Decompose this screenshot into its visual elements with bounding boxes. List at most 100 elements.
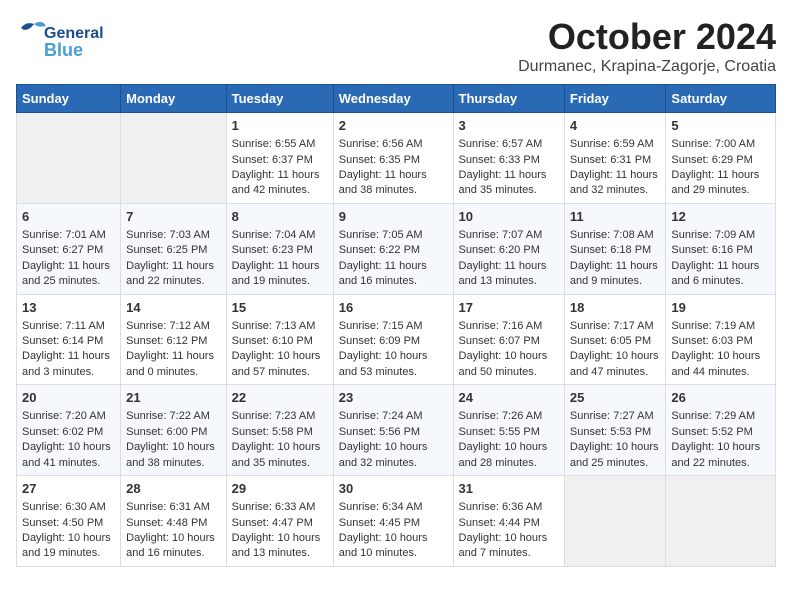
day-cell: 3Sunrise: 6:57 AMSunset: 6:33 PMDaylight… — [453, 113, 564, 204]
day-cell: 4Sunrise: 6:59 AMSunset: 6:31 PMDaylight… — [564, 113, 666, 204]
day-number: 11 — [570, 208, 661, 226]
sunset-label: Sunset: 6:22 PM — [339, 244, 420, 256]
sunset-label: Sunset: 6:14 PM — [22, 335, 103, 347]
sunrise-label: Sunrise: 7:01 AM — [22, 229, 106, 241]
sunrise-label: Sunrise: 7:08 AM — [570, 229, 654, 241]
day-cell: 26Sunrise: 7:29 AMSunset: 5:52 PMDayligh… — [666, 385, 776, 476]
sunset-label: Sunset: 6:33 PM — [459, 154, 540, 166]
day-number: 14 — [126, 299, 220, 317]
week-row-2: 6Sunrise: 7:01 AMSunset: 6:27 PMDaylight… — [17, 203, 776, 294]
sunset-label: Sunset: 4:48 PM — [126, 517, 207, 529]
sunset-label: Sunset: 4:47 PM — [232, 517, 313, 529]
day-number: 28 — [126, 480, 220, 498]
sunrise-label: Sunrise: 7:00 AM — [671, 138, 755, 150]
sunset-label: Sunset: 6:05 PM — [570, 335, 651, 347]
daylight-label: Daylight: 10 hours and 53 minutes. — [339, 350, 428, 377]
day-number: 13 — [22, 299, 115, 317]
month-title: October 2024 — [518, 16, 776, 58]
sunrise-label: Sunrise: 6:30 AM — [22, 501, 106, 513]
day-cell: 17Sunrise: 7:16 AMSunset: 6:07 PMDayligh… — [453, 294, 564, 385]
sunset-label: Sunset: 6:09 PM — [339, 335, 420, 347]
sunrise-label: Sunrise: 7:20 AM — [22, 410, 106, 422]
week-row-5: 27Sunrise: 6:30 AMSunset: 4:50 PMDayligh… — [17, 476, 776, 567]
sunset-label: Sunset: 6:02 PM — [22, 426, 103, 438]
day-number: 18 — [570, 299, 661, 317]
day-cell: 6Sunrise: 7:01 AMSunset: 6:27 PMDaylight… — [17, 203, 121, 294]
day-cell: 19Sunrise: 7:19 AMSunset: 6:03 PMDayligh… — [666, 294, 776, 385]
sunrise-label: Sunrise: 6:34 AM — [339, 501, 423, 513]
sunset-label: Sunset: 5:56 PM — [339, 426, 420, 438]
calendar-table: SundayMondayTuesdayWednesdayThursdayFrid… — [16, 84, 776, 567]
daylight-label: Daylight: 10 hours and 25 minutes. — [570, 441, 659, 468]
sunset-label: Sunset: 6:07 PM — [459, 335, 540, 347]
daylight-label: Daylight: 10 hours and 41 minutes. — [22, 441, 111, 468]
sunrise-label: Sunrise: 7:22 AM — [126, 410, 210, 422]
sunrise-label: Sunrise: 6:55 AM — [232, 138, 316, 150]
sunrise-label: Sunrise: 6:33 AM — [232, 501, 316, 513]
daylight-label: Daylight: 11 hours and 3 minutes. — [22, 350, 110, 377]
header-thursday: Thursday — [453, 85, 564, 113]
sunrise-label: Sunrise: 7:09 AM — [671, 229, 755, 241]
header-monday: Monday — [121, 85, 226, 113]
page-header: General Blue October 2024 Durmanec, Krap… — [16, 16, 776, 76]
sunrise-label: Sunrise: 6:31 AM — [126, 501, 210, 513]
daylight-label: Daylight: 10 hours and 7 minutes. — [459, 532, 548, 559]
day-cell: 12Sunrise: 7:09 AMSunset: 6:16 PMDayligh… — [666, 203, 776, 294]
title-block: October 2024 Durmanec, Krapina-Zagorje, … — [518, 16, 776, 76]
sunrise-label: Sunrise: 6:56 AM — [339, 138, 423, 150]
day-cell: 27Sunrise: 6:30 AMSunset: 4:50 PMDayligh… — [17, 476, 121, 567]
day-number: 22 — [232, 389, 328, 407]
day-cell: 29Sunrise: 6:33 AMSunset: 4:47 PMDayligh… — [226, 476, 333, 567]
day-cell: 20Sunrise: 7:20 AMSunset: 6:02 PMDayligh… — [17, 385, 121, 476]
day-number: 16 — [339, 299, 448, 317]
daylight-label: Daylight: 10 hours and 50 minutes. — [459, 350, 548, 377]
header-tuesday: Tuesday — [226, 85, 333, 113]
day-number: 5 — [671, 117, 770, 135]
sunset-label: Sunset: 6:23 PM — [232, 244, 313, 256]
week-row-1: 1Sunrise: 6:55 AMSunset: 6:37 PMDaylight… — [17, 113, 776, 204]
day-number: 17 — [459, 299, 559, 317]
sunset-label: Sunset: 6:20 PM — [459, 244, 540, 256]
day-number: 26 — [671, 389, 770, 407]
sunrise-label: Sunrise: 6:36 AM — [459, 501, 543, 513]
daylight-label: Daylight: 10 hours and 32 minutes. — [339, 441, 428, 468]
day-cell: 18Sunrise: 7:17 AMSunset: 6:05 PMDayligh… — [564, 294, 666, 385]
day-cell: 31Sunrise: 6:36 AMSunset: 4:44 PMDayligh… — [453, 476, 564, 567]
daylight-label: Daylight: 11 hours and 35 minutes. — [459, 169, 547, 196]
day-cell: 10Sunrise: 7:07 AMSunset: 6:20 PMDayligh… — [453, 203, 564, 294]
daylight-label: Daylight: 10 hours and 13 minutes. — [232, 532, 321, 559]
day-number: 25 — [570, 389, 661, 407]
day-cell: 16Sunrise: 7:15 AMSunset: 6:09 PMDayligh… — [333, 294, 453, 385]
sunrise-label: Sunrise: 7:17 AM — [570, 320, 654, 332]
week-row-3: 13Sunrise: 7:11 AMSunset: 6:14 PMDayligh… — [17, 294, 776, 385]
svg-text:Blue: Blue — [44, 40, 83, 60]
sunset-label: Sunset: 6:35 PM — [339, 154, 420, 166]
day-cell: 9Sunrise: 7:05 AMSunset: 6:22 PMDaylight… — [333, 203, 453, 294]
day-number: 9 — [339, 208, 448, 226]
daylight-label: Daylight: 11 hours and 42 minutes. — [232, 169, 320, 196]
sunset-label: Sunset: 6:27 PM — [22, 244, 103, 256]
sunset-label: Sunset: 5:52 PM — [671, 426, 752, 438]
day-cell: 22Sunrise: 7:23 AMSunset: 5:58 PMDayligh… — [226, 385, 333, 476]
sunrise-label: Sunrise: 7:12 AM — [126, 320, 210, 332]
sunrise-label: Sunrise: 7:13 AM — [232, 320, 316, 332]
daylight-label: Daylight: 10 hours and 35 minutes. — [232, 441, 321, 468]
day-cell: 15Sunrise: 7:13 AMSunset: 6:10 PMDayligh… — [226, 294, 333, 385]
day-cell: 8Sunrise: 7:04 AMSunset: 6:23 PMDaylight… — [226, 203, 333, 294]
day-cell: 25Sunrise: 7:27 AMSunset: 5:53 PMDayligh… — [564, 385, 666, 476]
daylight-label: Daylight: 10 hours and 44 minutes. — [671, 350, 760, 377]
daylight-label: Daylight: 11 hours and 6 minutes. — [671, 260, 759, 287]
day-cell: 11Sunrise: 7:08 AMSunset: 6:18 PMDayligh… — [564, 203, 666, 294]
sunset-label: Sunset: 5:58 PM — [232, 426, 313, 438]
daylight-label: Daylight: 11 hours and 13 minutes. — [459, 260, 547, 287]
header-wednesday: Wednesday — [333, 85, 453, 113]
sunrise-label: Sunrise: 7:24 AM — [339, 410, 423, 422]
sunset-label: Sunset: 6:37 PM — [232, 154, 313, 166]
sunrise-label: Sunrise: 6:57 AM — [459, 138, 543, 150]
location-title: Durmanec, Krapina-Zagorje, Croatia — [518, 58, 776, 76]
logo: General Blue — [16, 16, 126, 66]
week-row-4: 20Sunrise: 7:20 AMSunset: 6:02 PMDayligh… — [17, 385, 776, 476]
daylight-label: Daylight: 11 hours and 38 minutes. — [339, 169, 427, 196]
day-cell: 5Sunrise: 7:00 AMSunset: 6:29 PMDaylight… — [666, 113, 776, 204]
day-number: 7 — [126, 208, 220, 226]
